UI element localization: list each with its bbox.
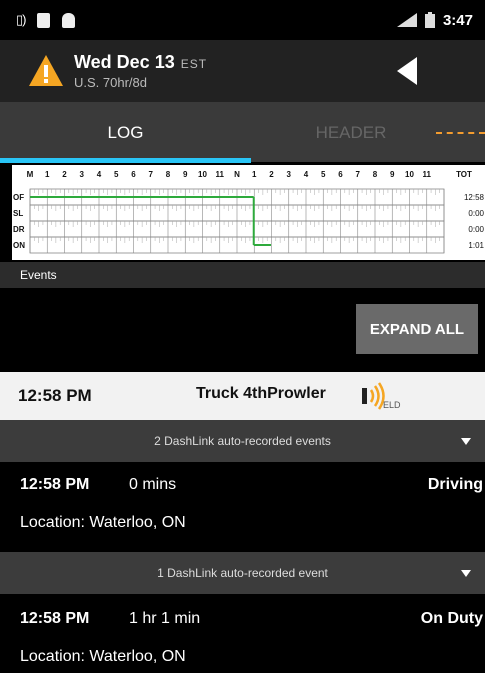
timezone: EST: [180, 57, 208, 71]
event-duration: 1 hr 1 min: [129, 610, 201, 627]
hour-tick-label: 4: [97, 170, 102, 179]
event-duration: 0 mins: [129, 476, 177, 493]
hour-tick-label: 11: [216, 170, 225, 179]
caret-down-icon: [461, 570, 471, 577]
event-location: Location: Waterloo, ON: [20, 514, 186, 532]
row-total: 0:00: [468, 225, 484, 234]
hour-tick-label: 7: [149, 170, 154, 179]
hour-tick-label: 11: [423, 170, 432, 179]
row-total: 0:00: [468, 209, 484, 218]
status-bar-notifications: ▯): [16, 12, 76, 28]
battery-icon: [424, 12, 435, 28]
total-header: TOT: [456, 170, 472, 179]
hour-tick-label: 2: [62, 170, 67, 179]
status-bar: ▯) 3:47: [0, 0, 485, 40]
app-header: Wed Dec 13 EST U.S. 70hr/8d: [0, 40, 485, 102]
event-time: 12:58 PM: [20, 610, 90, 627]
event-status: Driving: [427, 476, 483, 493]
location-label: Location:: [20, 648, 85, 665]
hour-tick-label: 10: [405, 170, 414, 179]
hour-tick-label: 9: [183, 170, 188, 179]
tab-log[interactable]: LOG: [0, 102, 251, 162]
hour-tick-label: 6: [131, 170, 136, 179]
event-location: Location: Waterloo, ON: [20, 648, 186, 666]
active-tab-indicator: [0, 158, 251, 163]
back-arrow-icon[interactable]: [397, 57, 417, 85]
row-total: 12:58: [464, 193, 485, 202]
hour-tick-label: 6: [338, 170, 343, 179]
hour-tick-label: 3: [80, 170, 85, 179]
auto-events-summary: 2 DashLink auto-recorded events: [154, 434, 331, 448]
event-time: 12:58 PM: [20, 476, 90, 493]
row-total: 1:01: [468, 241, 484, 250]
location-value: Waterloo, ON: [89, 648, 186, 665]
log-grid[interactable]: M 1 2 3 4 5 6 7 8 9 10 11 N 1 2 3 4 5 6 7 8 9 10 11 TOT OF 12:58 SL…: [12, 165, 485, 260]
status-bar-system: 3:47: [396, 11, 473, 29]
android-icon: [62, 12, 76, 28]
tab-overflow-indicator: [436, 132, 485, 134]
truck-name: Truck 4thProwler: [196, 385, 326, 402]
tab-bar: LOG HEADER: [0, 102, 485, 163]
hour-tick-label: 1: [252, 170, 257, 179]
hour-tick-label: 1: [45, 170, 50, 179]
hour-tick-label: 5: [114, 170, 119, 179]
row-label: DR: [13, 225, 25, 234]
truck-time: 12:58 PM: [18, 386, 92, 405]
auto-events-summary: 1 DashLink auto-recorded event: [157, 566, 328, 580]
row-label: OF: [13, 193, 24, 202]
tab-header[interactable]: HEADER: [251, 102, 451, 162]
hour-tick-label: 10: [198, 170, 207, 179]
location-label: Location:: [20, 514, 85, 531]
truck-row[interactable]: 12:58 PM Truck 4thProwler ELD: [0, 372, 485, 420]
hour-tick-label: 7: [356, 170, 361, 179]
ruleset: U.S. 70hr/8d: [74, 75, 147, 90]
event-status: On Duty: [420, 610, 483, 627]
expand-all-button[interactable]: EXPAND ALL: [356, 304, 478, 354]
hour-tick-label: N: [234, 170, 240, 179]
clock: 3:47: [442, 11, 473, 29]
log-date: Wed Dec 13: [74, 52, 175, 72]
caret-down-icon: [461, 438, 471, 445]
date-block: Wed Dec 13 EST U.S. 70hr/8d: [74, 52, 207, 90]
row-label: ON: [13, 241, 25, 250]
hour-tick-label: 8: [373, 170, 378, 179]
auto-events-toggle[interactable]: 1 DashLink auto-recorded event: [0, 552, 485, 594]
hour-tick-label: M: [27, 170, 34, 179]
event-row[interactable]: 12:58 PM 1 hr 1 min On Duty: [0, 600, 485, 638]
hour-tick-label: 9: [390, 170, 395, 179]
event-row[interactable]: 12:58 PM 0 mins Driving: [0, 466, 485, 504]
auto-events-toggle[interactable]: 2 DashLink auto-recorded events: [0, 420, 485, 462]
events-section-label: Events: [0, 262, 485, 288]
hour-tick-label: 8: [166, 170, 171, 179]
row-label: SL: [13, 209, 23, 218]
hour-tick-label: 4: [304, 170, 309, 179]
eld-badge: ELD: [383, 400, 401, 410]
vibrate-icon: ▯): [16, 12, 27, 27]
log-grid-chart: M 1 2 3 4 5 6 7 8 9 10 11 N 1 2 3 4 5 6 7 8 9 10 11 TOT OF 12:58 SL…: [13, 170, 485, 254]
hour-tick-label: 2: [269, 170, 274, 179]
location-value: Waterloo, ON: [89, 514, 186, 531]
hour-tick-label: 5: [321, 170, 326, 179]
sd-card-icon: [37, 12, 51, 28]
signal-icon: [396, 13, 417, 27]
warning-icon[interactable]: [28, 53, 64, 89]
hour-tick-label: 3: [287, 170, 292, 179]
